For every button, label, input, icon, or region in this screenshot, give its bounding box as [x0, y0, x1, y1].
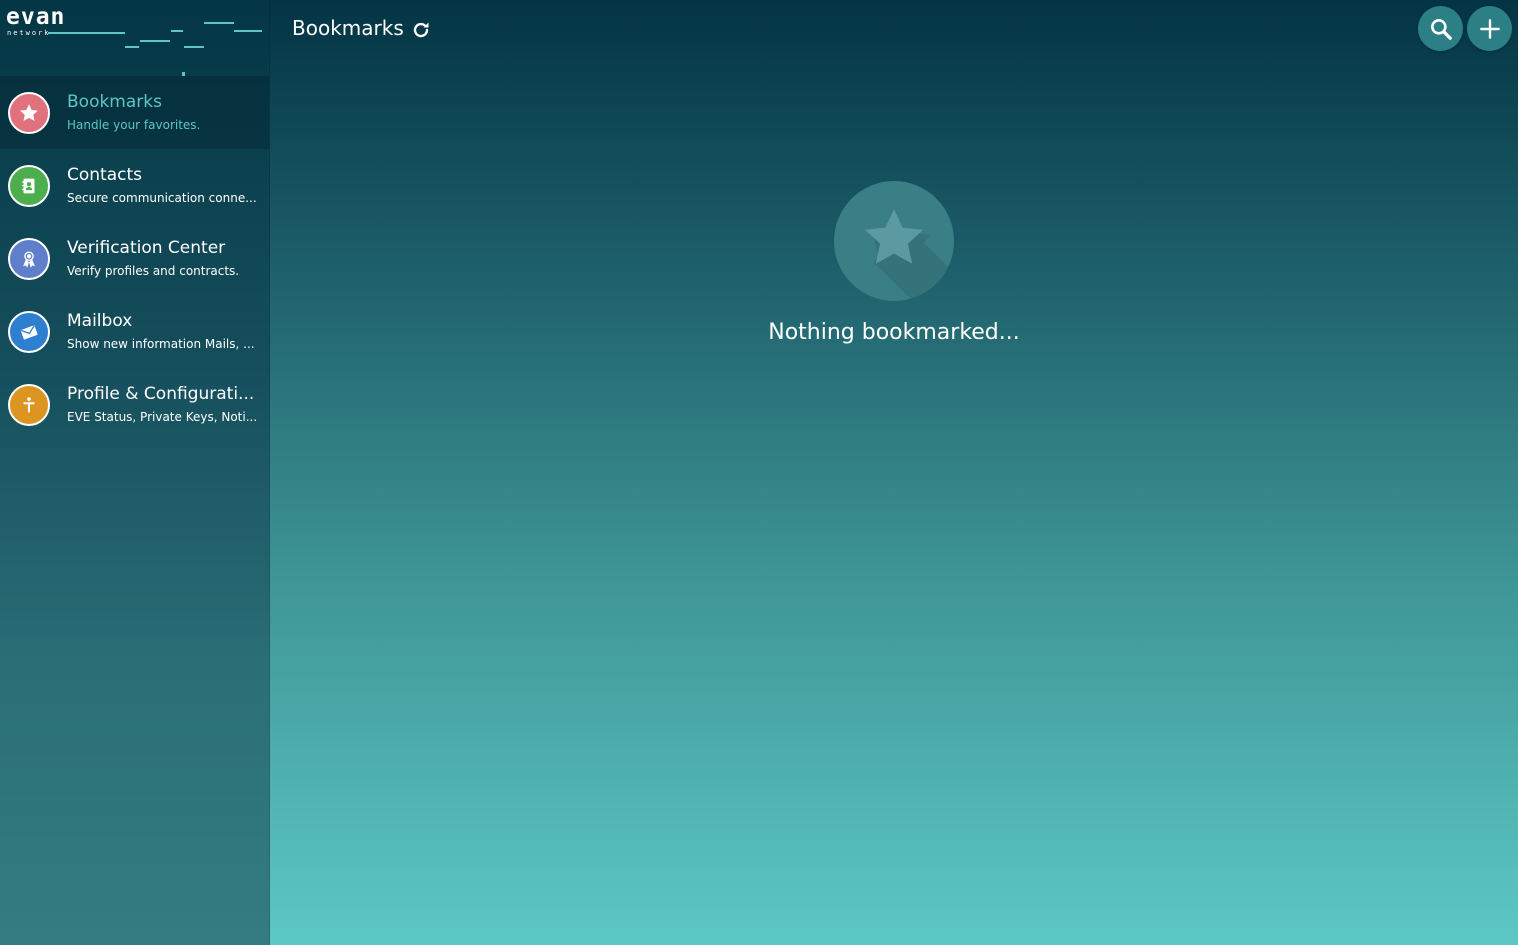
sidebar-item-title: Bookmarks — [67, 92, 162, 112]
sidebar-item-profile-configuration[interactable]: Profile & Configurati... EVE Status, Pri… — [0, 368, 269, 441]
search-button[interactable] — [1418, 6, 1463, 51]
logo-decoration — [125, 46, 139, 48]
address-book-icon — [8, 165, 50, 207]
logo-decoration — [140, 40, 170, 42]
sidebar-item-mailbox[interactable]: Mailbox Show new information Mails, ... — [0, 295, 269, 368]
sidebar-item-subtitle: Verify profiles and contracts. — [67, 264, 240, 278]
logo[interactable]: evan network — [0, 0, 269, 76]
sidebar-item-title: Mailbox — [67, 311, 133, 331]
award-ribbon-icon — [8, 238, 50, 280]
sidebar-item-subtitle: Handle your favorites. — [67, 118, 201, 132]
sidebar-item-bookmarks[interactable]: Bookmarks Handle your favorites. — [0, 76, 269, 149]
logo-decoration — [48, 32, 125, 34]
refresh-button[interactable] — [409, 18, 433, 42]
sidebar-item-verification-center[interactable]: Verification Center Verify profiles and … — [0, 222, 269, 295]
logo-text: evan — [6, 4, 66, 30]
star-icon — [8, 92, 50, 134]
empty-state-message: Nothing bookmarked... — [768, 320, 1020, 345]
sidebar-item-title: Profile & Configurati... — [67, 384, 255, 404]
sidebar: evan network Bookmarks Handle your favor… — [0, 0, 270, 945]
sidebar-item-subtitle: EVE Status, Private Keys, Noti... — [67, 410, 258, 424]
sidebar-nav: Bookmarks Handle your favorites. Contact… — [0, 76, 269, 441]
profile-icon — [8, 384, 50, 426]
sidebar-item-contacts[interactable]: Contacts Secure communication conne... — [0, 149, 269, 222]
logo-decoration — [184, 46, 204, 48]
add-button[interactable] — [1467, 6, 1512, 51]
app-window: evan network Bookmarks Handle your favor… — [0, 0, 1518, 945]
logo-decoration — [171, 30, 183, 32]
page-title: Bookmarks — [292, 16, 404, 40]
empty-star-icon — [834, 181, 954, 301]
sidebar-item-subtitle: Secure communication conne... — [67, 191, 257, 205]
logo-subtext: network — [7, 29, 51, 37]
logo-decoration — [234, 30, 262, 32]
sidebar-item-title: Verification Center — [67, 238, 226, 258]
plus-icon — [1479, 18, 1500, 39]
sidebar-item-title: Contacts — [67, 165, 142, 185]
refresh-icon — [413, 22, 429, 38]
sidebar-item-subtitle: Show new information Mails, ... — [67, 337, 255, 351]
search-icon — [1430, 18, 1452, 40]
envelope-icon — [8, 311, 50, 353]
logo-decoration — [204, 22, 234, 24]
